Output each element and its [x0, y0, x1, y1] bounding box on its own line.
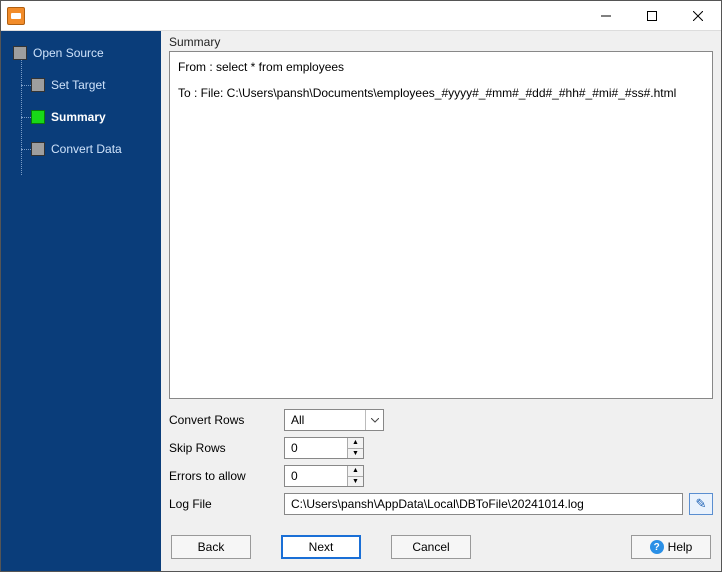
errors-allow-label: Errors to allow	[169, 469, 284, 483]
convert-rows-combo[interactable]: All	[284, 409, 384, 431]
wizard-sidebar: Open Source Set Target Summary Convert D…	[1, 31, 161, 571]
sidebar-item-label: Set Target	[51, 78, 105, 92]
close-button[interactable]	[675, 1, 721, 31]
maximize-button[interactable]	[629, 1, 675, 31]
step-icon	[13, 46, 27, 60]
sidebar-item-convert-data[interactable]: Convert Data	[1, 137, 161, 161]
summary-textarea[interactable]: From : select * from employees To : File…	[169, 51, 713, 399]
sidebar-item-label: Open Source	[33, 46, 104, 60]
convert-rows-value: All	[291, 413, 304, 427]
summary-from-line: From : select * from employees	[178, 58, 704, 76]
browse-icon: ✎	[696, 496, 707, 512]
main-panel: Summary From : select * from employees T…	[161, 31, 721, 571]
app-window: Open Source Set Target Summary Convert D…	[0, 0, 722, 572]
minimize-icon	[601, 11, 611, 21]
errors-allow-value: 0	[291, 469, 298, 483]
step-icon	[31, 78, 45, 92]
spin-down-icon[interactable]: ▼	[348, 477, 363, 487]
log-file-browse-button[interactable]: ✎	[689, 493, 713, 515]
options-form: Convert Rows All Skip Rows 0 ▲ ▼	[161, 407, 721, 527]
summary-group-label: Summary	[161, 31, 721, 49]
wizard-button-bar: Back Next Cancel ? Help	[161, 527, 721, 571]
skip-rows-value: 0	[291, 441, 298, 455]
step-icon	[31, 142, 45, 156]
step-icon	[31, 110, 45, 124]
sidebar-item-summary[interactable]: Summary	[1, 105, 161, 129]
cancel-button[interactable]: Cancel	[391, 535, 471, 559]
minimize-button[interactable]	[583, 1, 629, 31]
log-file-field[interactable]: C:\Users\pansh\AppData\Local\DBToFile\20…	[284, 493, 683, 515]
next-button[interactable]: Next	[281, 535, 361, 559]
spin-down-icon[interactable]: ▼	[348, 449, 363, 459]
sidebar-item-label: Summary	[51, 110, 106, 124]
close-icon	[693, 11, 703, 21]
errors-allow-spinner[interactable]: 0 ▲ ▼	[284, 465, 364, 487]
spin-up-icon[interactable]: ▲	[348, 466, 363, 477]
log-file-label: Log File	[169, 497, 284, 511]
help-button[interactable]: ? Help	[631, 535, 711, 559]
titlebar	[1, 1, 721, 31]
skip-rows-label: Skip Rows	[169, 441, 284, 455]
back-button[interactable]: Back	[171, 535, 251, 559]
help-icon: ?	[650, 540, 664, 554]
maximize-icon	[647, 11, 657, 21]
sidebar-item-label: Convert Data	[51, 142, 122, 156]
app-icon	[7, 7, 25, 25]
summary-to-line: To : File: C:\Users\pansh\Documents\empl…	[178, 84, 704, 102]
skip-rows-spinner[interactable]: 0 ▲ ▼	[284, 437, 364, 459]
spin-up-icon[interactable]: ▲	[348, 438, 363, 449]
sidebar-item-open-source[interactable]: Open Source	[1, 41, 161, 65]
chevron-down-icon	[365, 410, 383, 430]
sidebar-item-set-target[interactable]: Set Target	[1, 73, 161, 97]
log-file-value: C:\Users\pansh\AppData\Local\DBToFile\20…	[291, 497, 584, 511]
convert-rows-label: Convert Rows	[169, 413, 284, 427]
